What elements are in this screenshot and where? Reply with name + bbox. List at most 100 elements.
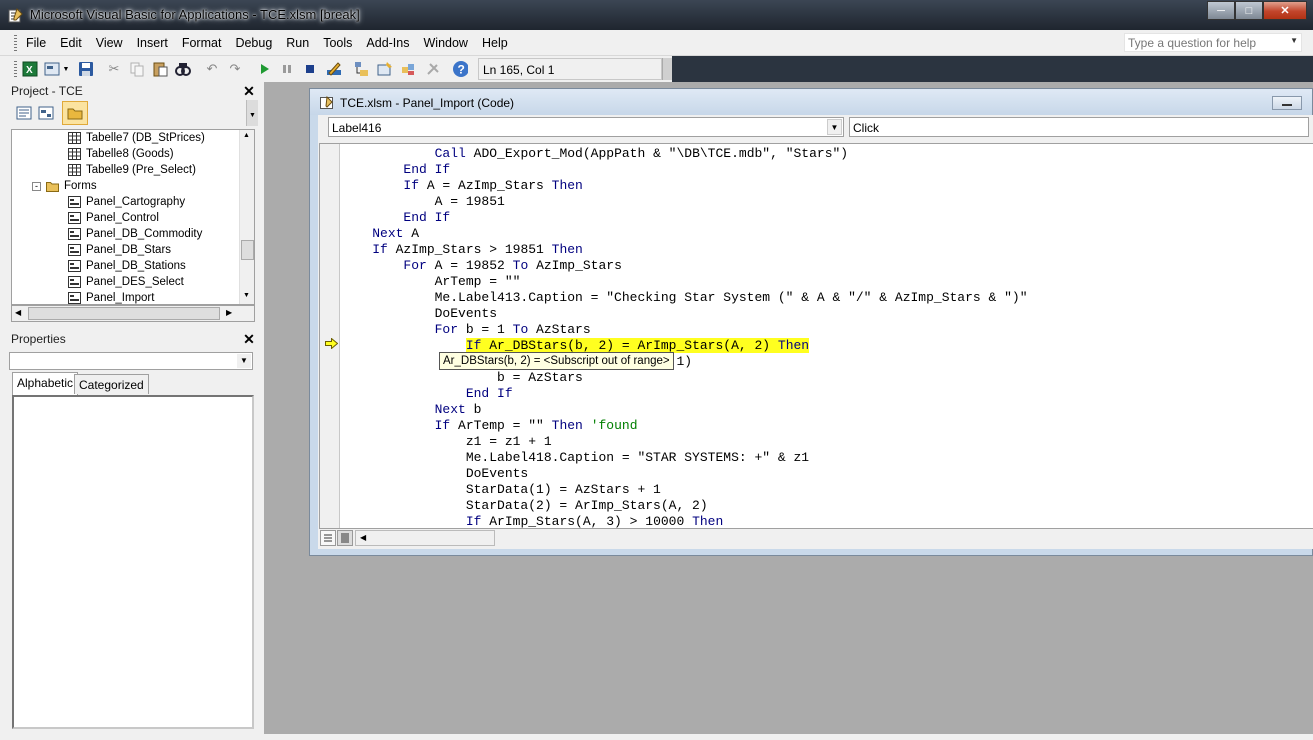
menu-format[interactable]: Format: [182, 36, 222, 50]
tree-item[interactable]: Panel_DB_Stars: [68, 242, 171, 258]
collapse-icon[interactable]: -: [32, 181, 41, 191]
menu-run[interactable]: Run: [286, 36, 309, 50]
code-line[interactable]: If ArTemp = "" Then 'found: [341, 418, 638, 434]
code-line[interactable]: DoEvents: [341, 306, 497, 322]
tree-item[interactable]: Tabelle7 (DB_StPrices): [68, 130, 205, 146]
toggle-folders-icon[interactable]: [62, 101, 88, 125]
code-line[interactable]: DoEvents: [341, 466, 528, 482]
toolbox-icon[interactable]: [425, 61, 441, 77]
tree-item[interactable]: Panel_Control: [68, 210, 159, 226]
code-line[interactable]: End If: [341, 386, 513, 402]
undo-icon[interactable]: ↶: [204, 61, 220, 77]
object-browser-icon[interactable]: [400, 61, 416, 77]
insert-dropdown-chevron-icon[interactable]: ▼: [62, 61, 70, 77]
chevron-down-icon[interactable]: ▼: [1290, 36, 1298, 45]
view-code-icon[interactable]: [16, 105, 32, 121]
scroll-down-icon[interactable]: ▼: [243, 292, 250, 299]
tree-item[interactable]: Panel_DB_Stations: [68, 258, 186, 274]
properties-window-icon[interactable]: [377, 61, 393, 77]
scroll-up-icon[interactable]: ▲: [243, 132, 250, 139]
menu-insert[interactable]: Insert: [137, 36, 168, 50]
tree-item[interactable]: Panel_DES_Select: [68, 274, 184, 290]
tree-item[interactable]: Panel_DB_Commodity: [68, 226, 202, 242]
copy-icon[interactable]: [129, 61, 145, 77]
scroll-left-icon[interactable]: ◀: [15, 308, 21, 317]
chevron-down-icon[interactable]: ▼: [237, 354, 251, 368]
chevron-down-icon[interactable]: ▼: [827, 119, 842, 135]
code-line[interactable]: Me.Label413.Caption = "Checking Star Sys…: [341, 290, 1028, 306]
code-line[interactable]: Next b: [341, 402, 482, 418]
run-icon[interactable]: [256, 61, 272, 77]
redo-icon[interactable]: ↷: [227, 61, 243, 77]
code-line[interactable]: End If: [341, 162, 450, 178]
menu-help[interactable]: Help: [482, 36, 508, 50]
code-line[interactable]: StarData(1) = AzStars + 1: [341, 482, 661, 498]
design-mode-icon[interactable]: [326, 61, 342, 77]
breakpoint-margin[interactable]: [320, 144, 340, 528]
toolbar-grip-icon[interactable]: [14, 61, 17, 77]
code-line[interactable]: If AzImp_Stars > 19851 Then: [341, 242, 583, 258]
properties-object-select[interactable]: ▼: [9, 352, 253, 370]
scroll-left-icon[interactable]: ◀: [360, 533, 366, 542]
tab-alphabetic[interactable]: Alphabetic: [12, 372, 79, 395]
menu-file[interactable]: File: [26, 36, 46, 50]
insert-userform-icon[interactable]: [44, 61, 60, 77]
code-line[interactable]: End If: [341, 210, 450, 226]
code-line[interactable]: Me.Label418.Caption = "STAR SYSTEMS: +" …: [341, 450, 809, 466]
tree-item[interactable]: - Forms: [32, 178, 97, 194]
code-hscroll[interactable]: ◀: [355, 530, 495, 546]
code-window-minimize-button[interactable]: [1272, 96, 1302, 110]
code-line[interactable]: A = 19851: [341, 194, 505, 210]
project-tree-vscroll[interactable]: ▲ ▼: [239, 130, 254, 304]
tree-item[interactable]: Panel_Import: [68, 290, 154, 304]
code-line[interactable]: ArTemp = "": [341, 274, 521, 290]
menu-debug[interactable]: Debug: [235, 36, 272, 50]
paste-icon[interactable]: [152, 61, 168, 77]
project-tree-hscroll-thumb[interactable]: [28, 307, 220, 320]
code-line[interactable]: For A = 19852 To AzImp_Stars: [341, 258, 621, 274]
full-module-view-button[interactable]: [337, 530, 353, 546]
menu-edit[interactable]: Edit: [60, 36, 82, 50]
properties-pane-close-icon[interactable]: ✕: [242, 332, 256, 346]
toolbar-options-chevron-icon[interactable]: [662, 58, 672, 80]
menu-view[interactable]: View: [96, 36, 123, 50]
code-line[interactable]: StarData(2) = ArImp_Stars(A, 2): [341, 498, 708, 514]
save-icon[interactable]: [78, 61, 94, 77]
view-excel-icon[interactable]: X: [22, 61, 38, 77]
tree-item[interactable]: Tabelle9 (Pre_Select): [68, 162, 196, 178]
menu-tools[interactable]: Tools: [323, 36, 352, 50]
maximize-button[interactable]: □: [1235, 1, 1263, 20]
procedure-view-button[interactable]: [320, 530, 336, 546]
procedure-select[interactable]: Click: [849, 117, 1309, 137]
cut-icon[interactable]: ✂: [106, 61, 122, 77]
object-select[interactable]: Label416 ▼: [328, 117, 844, 137]
tree-item[interactable]: Tabelle8 (Goods): [68, 146, 174, 162]
view-object-icon[interactable]: [38, 105, 54, 121]
close-button[interactable]: ✕: [1263, 1, 1307, 20]
find-icon[interactable]: [175, 61, 191, 77]
project-pane-close-icon[interactable]: ✕: [242, 84, 256, 98]
scroll-right-icon[interactable]: ▶: [226, 308, 232, 317]
menu-grip-icon[interactable]: [14, 35, 17, 51]
help-icon[interactable]: ?: [452, 61, 468, 77]
help-search-input[interactable]: Type a question for help ▼: [1124, 33, 1302, 52]
code-line[interactable]: b = AzStars: [341, 370, 583, 386]
code-line[interactable]: z1 = z1 + 1: [341, 434, 552, 450]
project-tree-hscroll[interactable]: ◀ ▶: [11, 305, 255, 322]
code-line[interactable]: For b = 1 To AzStars: [341, 322, 591, 338]
break-icon[interactable]: [279, 61, 295, 77]
tab-categorized[interactable]: Categorized: [74, 374, 149, 394]
code-line[interactable]: Next A: [341, 226, 419, 242]
code-editor[interactable]: Call ADO_Export_Mod(AppPath & "\DB\TCE.m…: [319, 143, 1313, 529]
project-explorer-icon[interactable]: [354, 61, 370, 77]
project-tree-vscroll-thumb[interactable]: [241, 240, 254, 260]
minimize-button[interactable]: ─: [1207, 1, 1235, 20]
menu-addins[interactable]: Add-Ins: [366, 36, 409, 50]
tree-item[interactable]: Panel_Cartography: [68, 194, 185, 210]
reset-icon[interactable]: [302, 61, 318, 77]
code-line[interactable]: If A = AzImp_Stars Then: [341, 178, 582, 194]
pane-toolbar-chevron-icon[interactable]: ▼: [246, 100, 258, 126]
menu-window[interactable]: Window: [424, 36, 468, 50]
code-line[interactable]: Call ADO_Export_Mod(AppPath & "\DB\TCE.m…: [341, 146, 848, 162]
code-line[interactable]: If ArImp_Stars(A, 3) > 10000 Then: [341, 514, 723, 528]
